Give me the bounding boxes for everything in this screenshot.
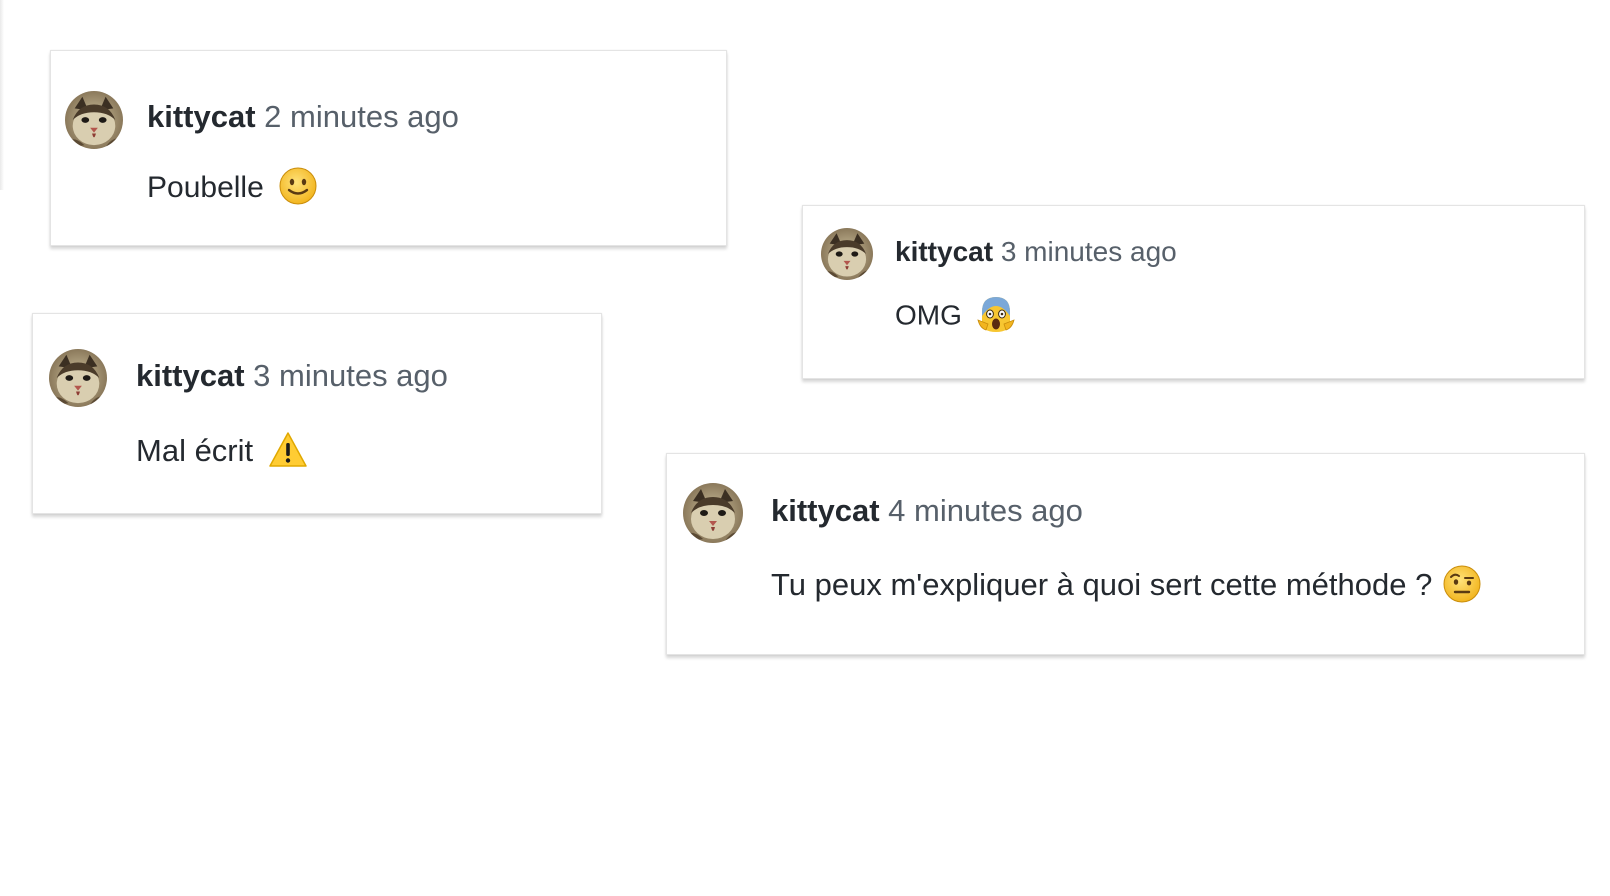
comment-text: Poubelle <box>147 170 264 204</box>
warning-icon <box>267 430 309 470</box>
comment-body: Mal écrit <box>136 433 309 473</box>
comment-author[interactable]: kittycat <box>895 236 993 267</box>
kitty-avatar-image <box>65 91 123 149</box>
comment-author[interactable]: kittycat <box>771 493 880 528</box>
avatar[interactable] <box>821 228 873 280</box>
comment-card: kittycat 4 minutes ago Tu peux m'expliqu… <box>666 453 1585 655</box>
comment-text: OMG <box>895 299 962 331</box>
comment-body: Tu peux m'expliquer à quoi sert cette mé… <box>771 567 1482 607</box>
comment-timestamp[interactable]: 4 minutes ago <box>888 493 1083 528</box>
comment-text: Tu peux m'expliquer à quoi sert cette mé… <box>771 567 1433 603</box>
comment-header: kittycat 3 minutes ago <box>895 236 1177 268</box>
avatar[interactable] <box>683 483 743 543</box>
kitty-avatar-image <box>49 349 107 407</box>
avatar[interactable] <box>49 349 107 407</box>
kitty-avatar-image <box>683 483 743 543</box>
avatar[interactable] <box>65 91 123 149</box>
comment-timestamp[interactable]: 2 minutes ago <box>264 99 459 134</box>
comment-card: kittycat 3 minutes ago OMG <box>802 205 1585 379</box>
face-screaming-in-fear-icon <box>976 293 1016 335</box>
slightly-smiling-face-icon <box>278 166 318 206</box>
comment-author[interactable]: kittycat <box>147 99 256 134</box>
comment-body: OMG <box>895 296 1016 338</box>
comment-body: Poubelle <box>147 169 318 209</box>
comment-header: kittycat 3 minutes ago <box>136 358 448 394</box>
comment-author[interactable]: kittycat <box>136 358 245 393</box>
face-with-raised-eyebrow-icon <box>1442 564 1482 604</box>
kitty-avatar-image <box>821 228 873 280</box>
comment-text: Mal écrit <box>136 433 254 469</box>
comment-card: kittycat 2 minutes ago Poubelle <box>50 50 727 246</box>
page-edge-shadow <box>0 0 4 190</box>
comment-header: kittycat 2 minutes ago <box>147 99 459 135</box>
comment-timestamp[interactable]: 3 minutes ago <box>253 358 448 393</box>
comment-timestamp[interactable]: 3 minutes ago <box>1001 236 1177 267</box>
comment-header: kittycat 4 minutes ago <box>771 493 1083 529</box>
comment-card: kittycat 3 minutes ago Mal écrit <box>32 313 602 514</box>
